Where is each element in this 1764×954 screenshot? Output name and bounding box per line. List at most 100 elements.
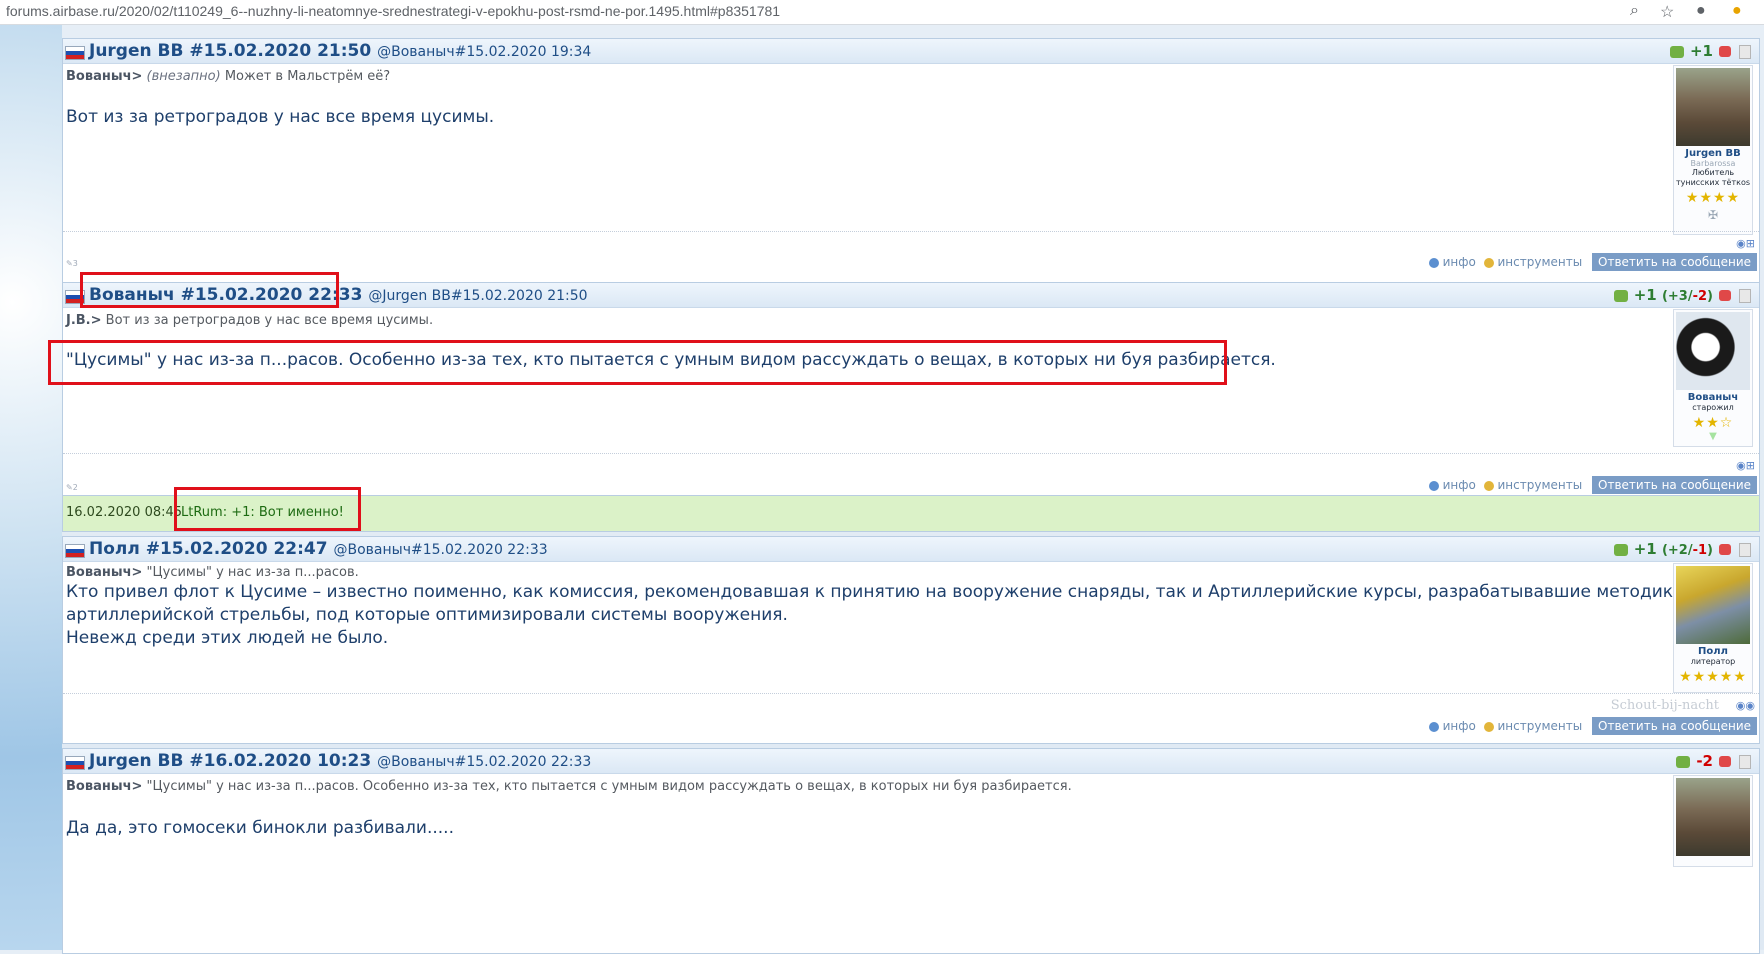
author-name[interactable]: Jurgen BB bbox=[89, 751, 183, 771]
thumbs-up-icon[interactable] bbox=[1613, 543, 1628, 556]
post-rating: +1 (+2/-1) bbox=[1613, 540, 1751, 558]
info-link[interactable]: инфо bbox=[1443, 719, 1476, 733]
reply-to-link[interactable]: @Jurgen BB#15.02.2020 21:50 bbox=[368, 288, 587, 304]
quote-text: Вот из за ретроградов у нас все время цу… bbox=[105, 313, 434, 328]
avatar[interactable] bbox=[1676, 778, 1750, 856]
reply-button[interactable]: Ответить на сообщение bbox=[1592, 476, 1757, 494]
thumbs-down-icon[interactable] bbox=[1719, 290, 1731, 301]
user-card: Полл литератор ★★★★★ bbox=[1673, 563, 1753, 693]
rating-value: +1 bbox=[1633, 540, 1657, 558]
highlight-comment-box bbox=[174, 487, 361, 531]
reply-count: ✎3 bbox=[66, 259, 78, 268]
author-name[interactable]: Jurgen BB bbox=[89, 41, 183, 61]
highlight-body-box bbox=[48, 340, 1227, 385]
quote-text: Может в Мальстрём её? bbox=[224, 69, 391, 84]
post-rating: +1 bbox=[1669, 42, 1751, 60]
post-divider bbox=[63, 231, 1759, 232]
rank-stars: ★★★★★ bbox=[1679, 669, 1747, 685]
comment-date: 16.02.2020 08:45 bbox=[66, 505, 183, 520]
rating-detail: (+3/-2) bbox=[1661, 289, 1713, 304]
document-icon[interactable] bbox=[1739, 754, 1751, 769]
os-browser-icons: ◉◉ bbox=[1735, 699, 1755, 712]
avatar-title: Barbarossa bbox=[1690, 159, 1736, 168]
post-rating: +1 (+3/-2) bbox=[1613, 286, 1751, 304]
os-browser-icons: ◉⊞ bbox=[1736, 459, 1755, 472]
profile-icon[interactable]: ● bbox=[1696, 2, 1706, 20]
post-author-line: Jurgen BB #16.02.2020 10:23 @Вованыч#15.… bbox=[89, 751, 591, 771]
reply-to-link[interactable]: @Вованыч#15.02.2020 22:33 bbox=[333, 542, 547, 558]
avatar-username[interactable]: Вованыч bbox=[1674, 392, 1752, 403]
avatar[interactable] bbox=[1676, 68, 1750, 146]
forum-post: Jurgen BB #15.02.2020 21:50 @Вованыч#15.… bbox=[62, 38, 1760, 304]
author-name[interactable]: Полл bbox=[89, 539, 140, 559]
address-bar[interactable]: forums.airbase.ru/2020/02/t110249_6--nuz… bbox=[6, 3, 780, 19]
quote-author: Вованыч> bbox=[66, 69, 143, 84]
info-link[interactable]: инфо bbox=[1443, 478, 1476, 492]
post-body-line: Вот из за ретроградов у нас все время цу… bbox=[66, 107, 495, 127]
document-icon[interactable] bbox=[1739, 288, 1751, 303]
post-header: Jurgen BB #16.02.2020 10:23 @Вованыч#15.… bbox=[63, 749, 1759, 774]
document-icon[interactable] bbox=[1739, 44, 1751, 59]
post-footer: инфо инструменты Ответить на сообщение bbox=[1428, 476, 1757, 494]
os-browser-icons: ◉⊞ bbox=[1736, 237, 1755, 250]
rating-value: +1 bbox=[1689, 42, 1713, 60]
tools-icon bbox=[1483, 257, 1494, 268]
thumbs-down-icon[interactable] bbox=[1719, 756, 1731, 767]
rating-value: -2 bbox=[1696, 752, 1713, 770]
rank-stars: ★★☆ bbox=[1692, 415, 1734, 431]
quote-text: "Цусимы" у нас из-за п...расов. bbox=[146, 565, 359, 580]
info-link[interactable]: инфо bbox=[1443, 255, 1476, 269]
quote-author: Вованыч> bbox=[66, 565, 143, 580]
post-quote: Вованыч> "Цусимы" у нас из-за п...расов. bbox=[66, 565, 359, 580]
post-quote: Вованыч> "Цусимы" у нас из-за п...расов.… bbox=[66, 779, 1072, 794]
post-author-line: Полл #15.02.2020 22:47 @Вованыч#15.02.20… bbox=[89, 539, 548, 559]
info-icon bbox=[1428, 721, 1439, 732]
avatar-username[interactable]: Полл bbox=[1674, 646, 1752, 657]
post-body: Кто привел флот к Цусиме – известно поим… bbox=[66, 581, 1684, 650]
forum-post: Вованыч #15.02.2020 22:33 @Jurgen BB#15.… bbox=[62, 282, 1760, 497]
info-icon bbox=[1428, 257, 1439, 268]
document-icon[interactable] bbox=[1739, 542, 1751, 557]
rating-value: +1 bbox=[1633, 286, 1657, 304]
tools-link[interactable]: инструменты bbox=[1498, 255, 1583, 269]
thumbs-down-icon[interactable] bbox=[1719, 46, 1731, 57]
post-footer: инфо инструменты Ответить на сообщение bbox=[1428, 717, 1757, 735]
thumbs-up-icon[interactable] bbox=[1613, 289, 1628, 302]
tools-icon bbox=[1483, 480, 1494, 491]
post-author-line: Jurgen BB #15.02.2020 21:50 @Вованыч#15.… bbox=[89, 41, 591, 61]
tools-link[interactable]: инструменты bbox=[1498, 719, 1583, 733]
reply-button[interactable]: Ответить на сообщение bbox=[1592, 253, 1757, 271]
rank-stars: ★★★★ bbox=[1685, 190, 1741, 206]
post-divider bbox=[63, 693, 1759, 694]
bookmark-star-icon[interactable]: ☆ bbox=[1660, 2, 1674, 22]
post-header: Полл #15.02.2020 22:47 @Вованыч#15.02.20… bbox=[63, 537, 1759, 562]
post-body: Вот из за ретроградов у нас все время цу… bbox=[66, 106, 494, 129]
post-anchor-link[interactable]: #15.02.2020 21:50 bbox=[189, 41, 371, 61]
highlight-author-box bbox=[80, 272, 339, 308]
update-alert-icon[interactable]: ● bbox=[1732, 2, 1742, 20]
post-body-line: Невежд среди этих людей не было. bbox=[66, 628, 389, 648]
forum-post: Jurgen BB #16.02.2020 10:23 @Вованыч#15.… bbox=[62, 748, 1760, 954]
avatar-username[interactable]: Jurgen BB bbox=[1674, 148, 1752, 159]
thumbs-up-icon[interactable] bbox=[1676, 755, 1691, 768]
post-body: Да да, это гомосеки бинокли разбивали...… bbox=[66, 817, 454, 840]
page-background-art bbox=[0, 25, 62, 950]
reply-to-link[interactable]: @Вованыч#15.02.2020 19:34 bbox=[377, 44, 591, 60]
thumbs-up-icon[interactable] bbox=[1669, 45, 1684, 58]
post-anchor-link[interactable]: #15.02.2020 22:47 bbox=[146, 539, 328, 559]
post-header: Jurgen BB #15.02.2020 21:50 @Вованыч#15.… bbox=[63, 39, 1759, 64]
post-body-line: Кто привел флот к Цусиме – известно поим… bbox=[66, 582, 1685, 602]
reply-to-link[interactable]: @Вованыч#15.02.2020 22:33 bbox=[377, 754, 591, 770]
avatar[interactable] bbox=[1676, 312, 1750, 390]
quote-author: J.B.> bbox=[66, 313, 102, 328]
user-card: Jurgen BB Barbarossa Любитель тунисских … bbox=[1673, 65, 1753, 235]
thumbs-down-icon[interactable] bbox=[1719, 544, 1731, 555]
user-signature: Schout-bij-nacht bbox=[1610, 698, 1719, 713]
avatar[interactable] bbox=[1676, 566, 1750, 644]
reply-button[interactable]: Ответить на сообщение bbox=[1592, 717, 1757, 735]
post-anchor-link[interactable]: #16.02.2020 10:23 bbox=[189, 751, 371, 771]
quote-italic: (внезапно) bbox=[146, 69, 221, 84]
tools-link[interactable]: инструменты bbox=[1498, 478, 1583, 492]
zoom-icon[interactable]: ⌕ bbox=[1630, 2, 1639, 20]
post-footer: инфо инструменты Ответить на сообщение bbox=[1428, 253, 1757, 271]
